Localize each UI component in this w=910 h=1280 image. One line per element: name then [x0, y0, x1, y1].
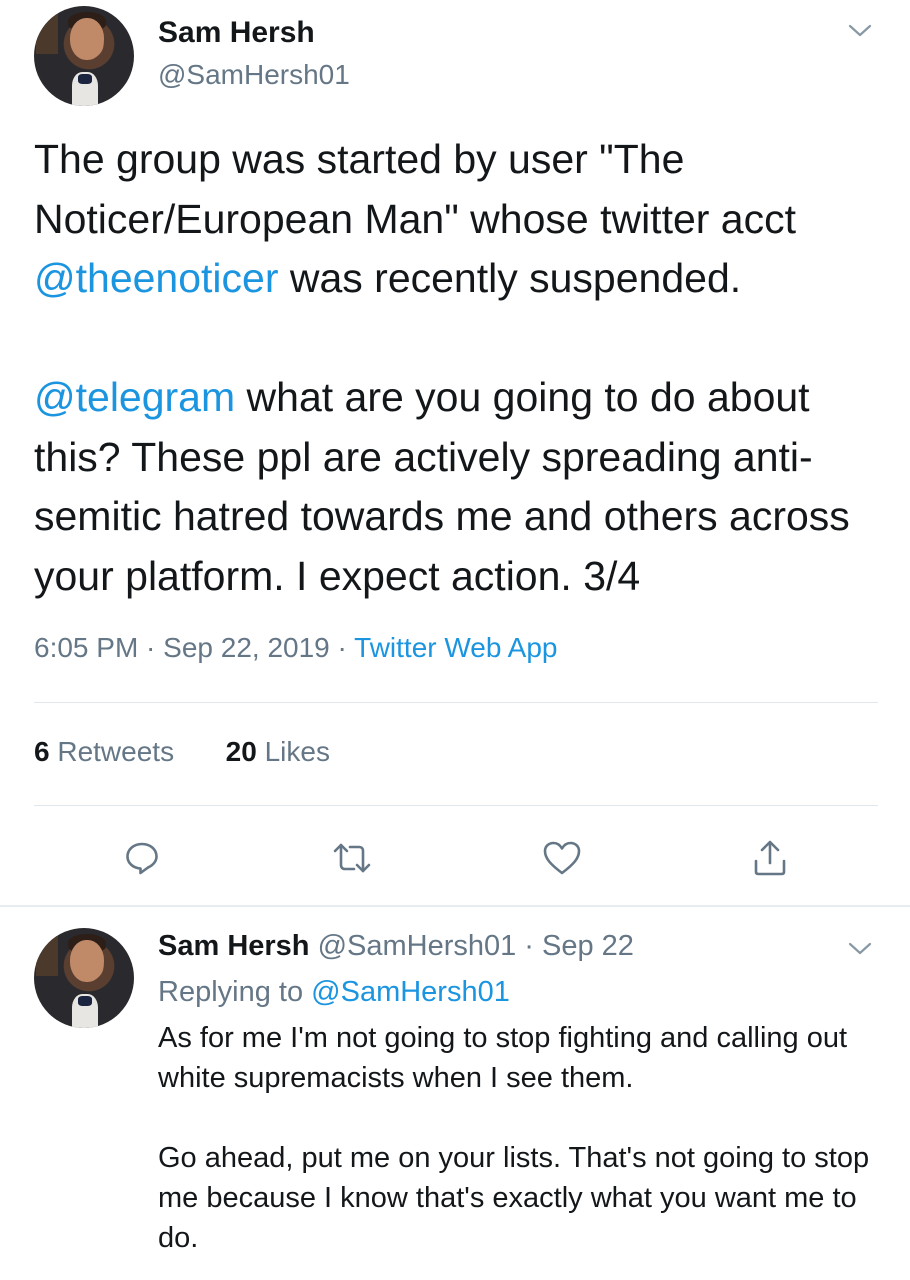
retweet-icon — [333, 843, 371, 873]
avatar[interactable] — [34, 928, 134, 1028]
timestamp: 6:05 PM · Sep 22, 2019 · — [34, 632, 355, 663]
section-separator — [0, 905, 910, 907]
engagement-stats: 6 Retweets 20 Likes — [34, 736, 330, 768]
author-handle[interactable]: @SamHersh01 — [158, 59, 350, 91]
reply-text: As for me I'm not going to stop fighting… — [158, 1022, 870, 1254]
tweet-meta: 6:05 PM · Sep 22, 2019 · Twitter Web App — [34, 632, 558, 664]
mention-link[interactable]: @telegram — [34, 374, 235, 420]
avatar[interactable] — [34, 6, 134, 106]
author-name[interactable]: Sam Hersh — [158, 16, 315, 50]
divider — [34, 702, 878, 703]
likes-stat[interactable]: 20 Likes — [226, 736, 330, 767]
chevron-down-icon[interactable] — [848, 24, 872, 38]
retweets-stat[interactable]: 6 Retweets — [34, 736, 174, 767]
mention-link[interactable]: @theenoticer — [34, 255, 278, 301]
chevron-down-icon[interactable] — [848, 942, 872, 956]
like-icon — [543, 841, 581, 875]
main-tweet: Sam Hersh @SamHersh01 The group was star… — [0, 0, 910, 905]
share-button[interactable] — [748, 836, 792, 880]
replying-to: Replying to @SamHersh01 — [158, 976, 510, 1008]
mention-link[interactable]: @SamHersh01 — [311, 976, 510, 1008]
like-button[interactable] — [540, 836, 584, 880]
source-link[interactable]: Twitter Web App — [354, 632, 557, 663]
reply-header: Sam Hersh @SamHersh01 · Sep 22 — [158, 930, 634, 963]
divider — [34, 805, 878, 806]
share-icon — [754, 840, 786, 876]
tweet-text: The group was started by user "The Notic… — [34, 136, 862, 599]
author-meta: @SamHersh01 · Sep 22 — [309, 930, 634, 962]
reply-icon — [126, 842, 158, 875]
retweet-button[interactable] — [330, 836, 374, 880]
reply-button[interactable] — [120, 836, 164, 880]
author-name[interactable]: Sam Hersh — [158, 930, 310, 962]
